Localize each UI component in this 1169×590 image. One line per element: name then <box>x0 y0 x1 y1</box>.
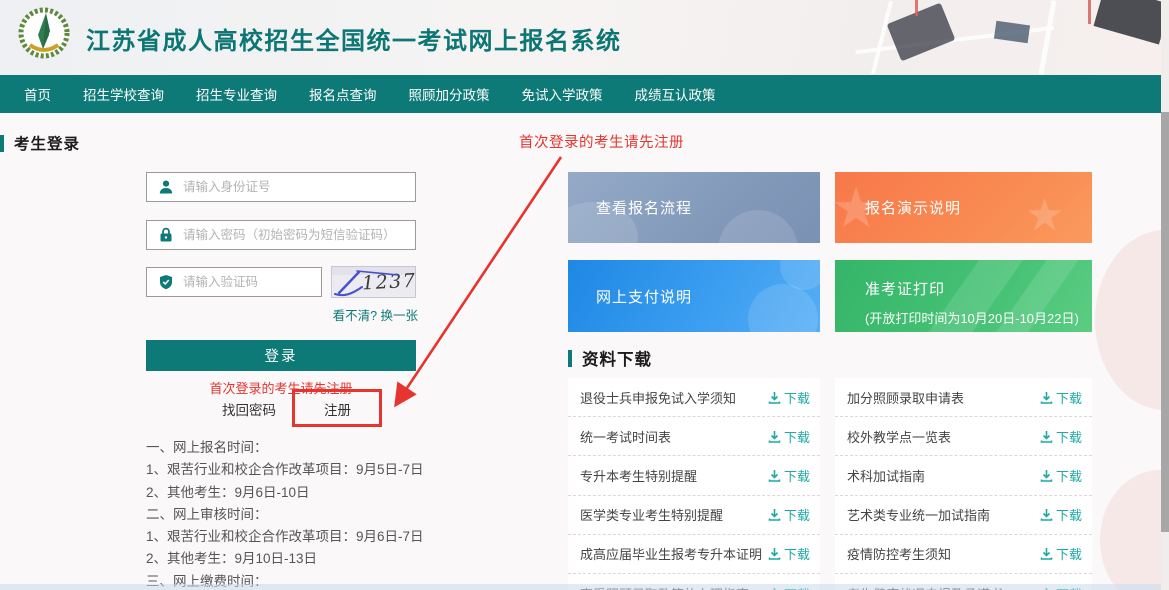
nav-item-exempt-policy[interactable]: 免试入学政策 <box>522 84 603 104</box>
star-icon: ★ <box>1025 194 1064 238</box>
section-accent-bar <box>568 350 572 367</box>
download-icon <box>1040 430 1053 443</box>
background-photo-tint <box>1100 470 1169 590</box>
login-button[interactable]: 登录 <box>146 340 416 371</box>
downloads-section-title: 资料下载 <box>568 346 652 370</box>
page: 江苏省成人高校招生全国统一考试网上报名系统 首页 招生学校查询 招生专业查询 报… <box>0 0 1169 590</box>
site-title: 江苏省成人高校招生全国统一考试网上报名系统 <box>86 21 622 56</box>
notice-line: 1、艰苦行业和校企合作改革项目：9月5日-7日 <box>146 459 476 481</box>
download-link[interactable]: 下载 <box>1040 427 1082 446</box>
download-link[interactable]: 下载 <box>1040 388 1082 407</box>
notice-line: 2、其他考生：9月6日-10日 <box>146 482 476 504</box>
download-row: 享受照顾录取政策的办理指南 下载 <box>568 574 820 590</box>
nav-item-major-query[interactable]: 招生专业查询 <box>196 84 277 104</box>
download-icon <box>768 587 781 590</box>
download-row: 成高应届毕业生报考专升本证明 下载 <box>568 535 820 574</box>
download-row: 加分照顾录取申请表 下载 <box>835 378 1092 417</box>
schedule-notice: 一、网上报名时间： 1、艰苦行业和校企合作改革项目：9月5日-7日 2、其他考生… <box>146 437 476 590</box>
download-icon <box>1040 469 1053 482</box>
shield-check-icon <box>158 274 174 290</box>
graduation-cap-icon <box>994 21 1030 44</box>
notice-line: 2、其他考生：9月10日-13日 <box>146 548 476 570</box>
download-icon <box>1040 587 1053 590</box>
download-row: 医学类专业考生特别提醒 下载 <box>568 496 820 535</box>
download-row: 术科加试指南 下载 <box>835 456 1092 495</box>
downloads-right-column: 加分照顾录取申请表 下载 校外教学点一览表 下载 术科加试指南 下载 艺术类专业… <box>835 378 1092 590</box>
nav-item-bonus-policy[interactable]: 照顾加分政策 <box>409 84 490 104</box>
captcha-image[interactable]: 1237 <box>331 266 416 298</box>
notice-line: 三、网上缴费时间： <box>146 571 476 590</box>
download-link[interactable]: 下载 <box>768 584 810 590</box>
scrollbar-thumb[interactable] <box>1161 112 1169 532</box>
register-highlight-box <box>292 389 382 427</box>
login-section-title: 考生登录 <box>0 132 80 154</box>
id-number-field-wrap <box>146 172 416 202</box>
download-link[interactable]: 下载 <box>1040 544 1082 563</box>
captcha-refresh-link[interactable]: 看不清? 换一张 <box>310 305 418 324</box>
download-icon <box>768 430 781 443</box>
card-view-registration-process[interactable]: 查看报名流程 <box>568 172 820 243</box>
download-row: 疫情防控考生须知 下载 <box>835 535 1092 574</box>
download-row: 退役士兵申报免试入学须知 下载 <box>568 378 820 417</box>
user-icon <box>158 179 174 195</box>
card-print-admission-ticket[interactable]: 准考证打印 (开放打印时间为10月20日-10月22日) <box>835 260 1092 332</box>
download-row: 考生健康状况申报及承诺书 下载 <box>835 574 1092 590</box>
print-window-dates: (开放打印时间为10月20日-10月22日) <box>865 308 1092 327</box>
site-logo <box>16 5 72 61</box>
nav-item-site-query[interactable]: 报名点查询 <box>309 84 377 104</box>
notice-line: 一、网上报名时间： <box>146 437 476 459</box>
captcha-field-wrap <box>146 267 322 297</box>
download-icon <box>768 508 781 521</box>
captcha-input[interactable] <box>183 275 321 289</box>
download-icon <box>768 469 781 482</box>
download-icon <box>768 391 781 404</box>
download-icon <box>1040 508 1053 521</box>
download-link[interactable]: 下载 <box>768 505 810 524</box>
download-link[interactable]: 下载 <box>1040 584 1082 590</box>
download-row: 校外教学点一览表 下载 <box>835 417 1092 456</box>
password-input[interactable] <box>183 228 415 242</box>
graduation-cap-icon <box>1094 0 1169 45</box>
download-link[interactable]: 下载 <box>768 466 810 485</box>
scrollbar-track[interactable] <box>1161 0 1169 590</box>
download-row: 艺术类专业统一加试指南 下载 <box>835 496 1092 535</box>
nav-item-home[interactable]: 首页 <box>24 84 51 104</box>
password-field-wrap <box>146 220 416 250</box>
download-icon <box>768 547 781 560</box>
download-link[interactable]: 下载 <box>1040 505 1082 524</box>
download-row: 专升本考生特别提醒 下载 <box>568 456 820 495</box>
download-icon <box>1040 391 1053 404</box>
download-row: 统一考试时间表 下载 <box>568 417 820 456</box>
nav-item-school-query[interactable]: 招生学校查询 <box>83 84 164 104</box>
card-registration-demo[interactable]: ★ ★ 报名演示说明 <box>835 172 1092 243</box>
notice-line: 1、艰苦行业和校企合作改革项目：9月6日-7日 <box>146 526 476 548</box>
background-photo-tint <box>1095 230 1169 410</box>
downloads-left-column: 退役士兵申报免试入学须知 下载 统一考试时间表 下载 专升本考生特别提醒 下载 … <box>568 378 820 590</box>
lock-icon <box>158 227 174 243</box>
forgot-password-link[interactable]: 找回密码 <box>222 399 276 419</box>
main-nav: 首页 招生学校查询 招生专业查询 报名点查询 照顾加分政策 免试入学政策 成绩互… <box>0 75 1169 113</box>
nav-item-score-policy[interactable]: 成绩互认政策 <box>635 84 716 104</box>
annotation-register-first-text: 首次登录的考生请先注册 <box>519 131 684 152</box>
download-link[interactable]: 下载 <box>768 427 810 446</box>
header: 江苏省成人高校招生全国统一考试网上报名系统 <box>0 0 1169 75</box>
card-online-payment[interactable]: 网上支付说明 <box>568 260 820 332</box>
section-accent-bar <box>0 135 4 152</box>
download-link[interactable]: 下载 <box>1040 466 1082 485</box>
notice-line: 二、网上审核时间： <box>146 504 476 526</box>
id-number-input[interactable] <box>183 180 415 194</box>
graduation-cap-icon <box>887 3 956 62</box>
download-link[interactable]: 下载 <box>768 388 810 407</box>
download-icon <box>1040 547 1053 560</box>
download-link[interactable]: 下载 <box>768 544 810 563</box>
